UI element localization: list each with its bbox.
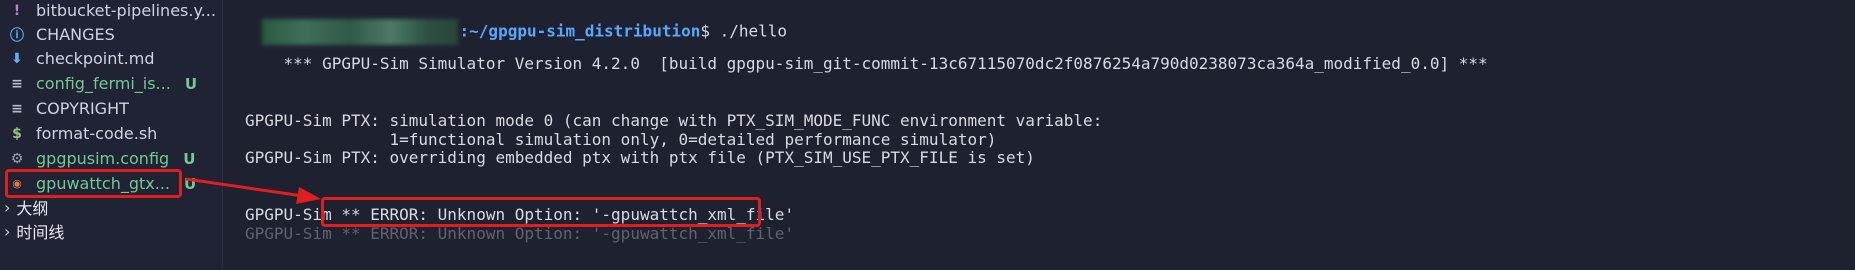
tree-item-label: checkpoint.md (36, 49, 155, 68)
gear-icon: ⚙ (10, 150, 24, 167)
timeline-section[interactable]: › 时间线 (0, 218, 222, 244)
untracked-badge: U (183, 149, 196, 168)
file-lines-icon: ≡ (11, 100, 23, 117)
untracked-badge: U (184, 74, 197, 93)
file-explorer: ! bitbucket-pipelines.y... ⓘ CHANGES ⬇ c… (0, 0, 223, 270)
highlight-box-error (321, 197, 761, 227)
exclamation-icon: ! (13, 2, 21, 19)
chevron-right-icon: › (4, 197, 11, 217)
terminal-line: GPGPU-Sim PTX: simulation mode 0 (can ch… (245, 111, 1103, 130)
terminal-line: GPGPU-Sim PTX: overriding embedded ptx w… (245, 148, 1035, 167)
section-label: 大纲 (16, 199, 49, 218)
prompt-command: $ ./hello (700, 21, 788, 41)
file-lines-icon: ≡ (11, 75, 23, 92)
tree-item-label: CHANGES (36, 25, 115, 44)
terminal-line: 1=functional simulation only, 0=detailed… (245, 130, 997, 149)
tree-item-label: gpgpusim.config (36, 149, 170, 168)
tree-item-label: COPYRIGHT (36, 99, 129, 118)
prompt-path: :~/gpgpu-sim_distribution (459, 21, 701, 41)
tree-item-label: config_fermi_is... (36, 74, 171, 93)
redacted-username (261, 19, 458, 45)
terminal-output[interactable]: :~/gpgpu-sim_distribution$ ./hello *** G… (223, 0, 1855, 270)
shell-dollar-icon: $ (12, 125, 22, 142)
tree-item-label: bitbucket-pipelines.y... (36, 1, 216, 20)
untracked-badge: U (183, 174, 197, 193)
chevron-right-icon: › (4, 221, 11, 241)
tree-item-label: format-code.sh (36, 124, 158, 143)
highlight-box-file (5, 169, 182, 198)
markdown-icon: ⬇ (11, 50, 23, 67)
section-label: 时间线 (16, 223, 65, 242)
terminal-line: *** GPGPU-Sim Simulator Version 4.2.0 [b… (245, 54, 1488, 73)
info-icon: ⓘ (10, 27, 24, 44)
